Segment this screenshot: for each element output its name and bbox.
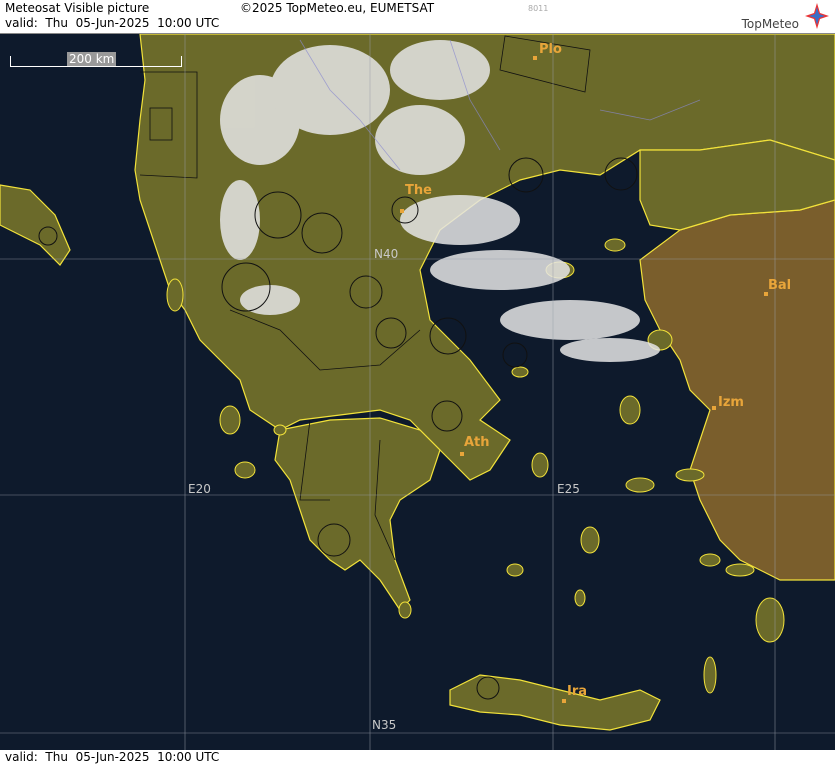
grid-label-lat35: N35: [372, 718, 397, 732]
city-marker-izmir: [712, 406, 716, 410]
scale-label: 200 km: [67, 52, 117, 66]
satellite-map: 200 km N40 E20 E25 N35 Plo The Bal Izm A…: [0, 34, 835, 750]
city-label-plovdiv: Plo: [539, 42, 562, 57]
product-code: 8011: [528, 4, 549, 13]
map-header: Meteosat Visible picture ©2025 TopMeteo.…: [0, 0, 835, 34]
grid-label-lon20: E20: [188, 482, 211, 496]
city-marker-iraklion: [562, 699, 566, 703]
city-label-izmir: Izm: [718, 395, 744, 410]
footer-valid-time: valid: Thu 05-Jun-2025 10:00 UTC: [5, 750, 220, 764]
grid-label-lon25: E25: [557, 482, 580, 496]
city-label-thessaloniki: The: [405, 183, 432, 198]
logo-text: TopMeteo: [741, 17, 799, 31]
city-marker-athens: [460, 452, 464, 456]
satellite-image: [0, 34, 835, 750]
map-footer: valid: Thu 05-Jun-2025 10:00 UTC: [0, 750, 835, 765]
copyright-text: ©2025 TopMeteo.eu, EUMETSAT: [240, 1, 435, 15]
city-label-athens: Ath: [464, 435, 490, 450]
city-marker-plovdiv: [533, 56, 537, 60]
grid-label-lat40: N40: [374, 247, 399, 261]
map-title: Meteosat Visible picture: [5, 1, 150, 15]
city-marker-thessaloniki: [400, 209, 404, 213]
city-label-iraklion: Ira: [567, 684, 588, 699]
topmeteo-logo: TopMeteo: [739, 2, 829, 32]
city-label-balikesir: Bal: [768, 278, 792, 293]
valid-time: valid: Thu 05-Jun-2025 10:00 UTC: [5, 16, 220, 30]
